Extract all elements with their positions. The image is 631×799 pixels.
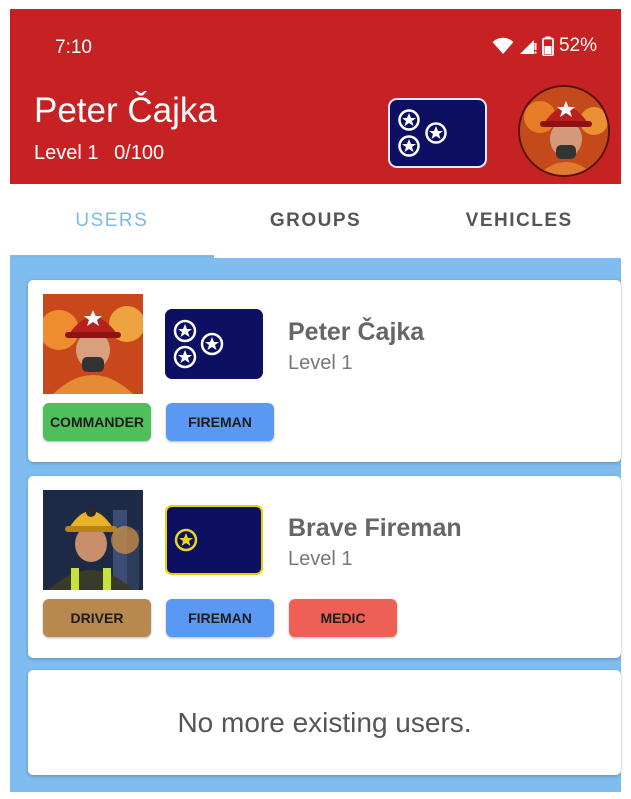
tab-users[interactable]: USERS [10, 184, 214, 258]
battery-percent: 52% [558, 35, 597, 56]
status-icons: 52% [492, 35, 597, 57]
role-badge-fireman: FIREMAN [166, 403, 274, 441]
tab-bar: USERS GROUPS VEHICLES [10, 184, 621, 258]
header-user-level: Level 1 0/100 [34, 142, 174, 165]
fireman-avatar-icon [520, 87, 608, 175]
empty-state-message: No more existing users. [177, 706, 472, 738]
user-level: Level 1 [288, 352, 353, 374]
three-stars-flag-icon [398, 109, 447, 157]
header-xp-counter: 0/100 [114, 142, 165, 164]
user-group-flag [165, 309, 263, 379]
user-group-flag [165, 505, 263, 575]
wifi-icon [492, 37, 514, 54]
role-badge-fireman: FIREMAN [166, 599, 274, 637]
user-card[interactable]: Peter Čajka Level 1 COMMANDER FIREMAN [28, 280, 621, 462]
three-stars-flag-icon [173, 319, 224, 369]
fireman-portrait-icon [43, 294, 143, 394]
cell-signal-icon [519, 40, 537, 54]
app-header: 7:10 52% Peter Čajka Level 1 0/100 [10, 9, 621, 184]
gold-star-flag-icon [174, 528, 198, 552]
role-list: DRIVER FIREMAN MEDIC [43, 599, 397, 637]
role-badge-medic: MEDIC [289, 599, 397, 637]
user-card[interactable]: Brave Fireman Level 1 DRIVER FIREMAN MED… [28, 476, 621, 658]
empty-state-card: No more existing users. [28, 670, 621, 775]
group-badge-button[interactable] [388, 98, 487, 168]
role-badge-driver: DRIVER [43, 599, 151, 637]
tab-groups[interactable]: GROUPS [214, 184, 418, 258]
user-avatar [43, 490, 143, 590]
tab-vehicles[interactable]: VEHICLES [417, 184, 621, 258]
user-avatar [43, 294, 143, 394]
user-name: Brave Fireman [288, 514, 462, 542]
status-time: 7:10 [55, 37, 92, 58]
battery-icon [542, 36, 554, 56]
role-list: COMMANDER FIREMAN [43, 403, 274, 441]
profile-avatar-button[interactable] [518, 85, 610, 177]
user-name: Peter Čajka [288, 318, 425, 346]
role-badge-commander: COMMANDER [43, 403, 151, 441]
header-user-name: Peter Čajka [34, 91, 217, 130]
fireman-portrait-icon [43, 490, 143, 590]
user-level: Level 1 [288, 548, 353, 570]
header-level-label: Level 1 [34, 142, 99, 164]
users-list: Peter Čajka Level 1 COMMANDER FIREMAN Br… [10, 258, 621, 792]
